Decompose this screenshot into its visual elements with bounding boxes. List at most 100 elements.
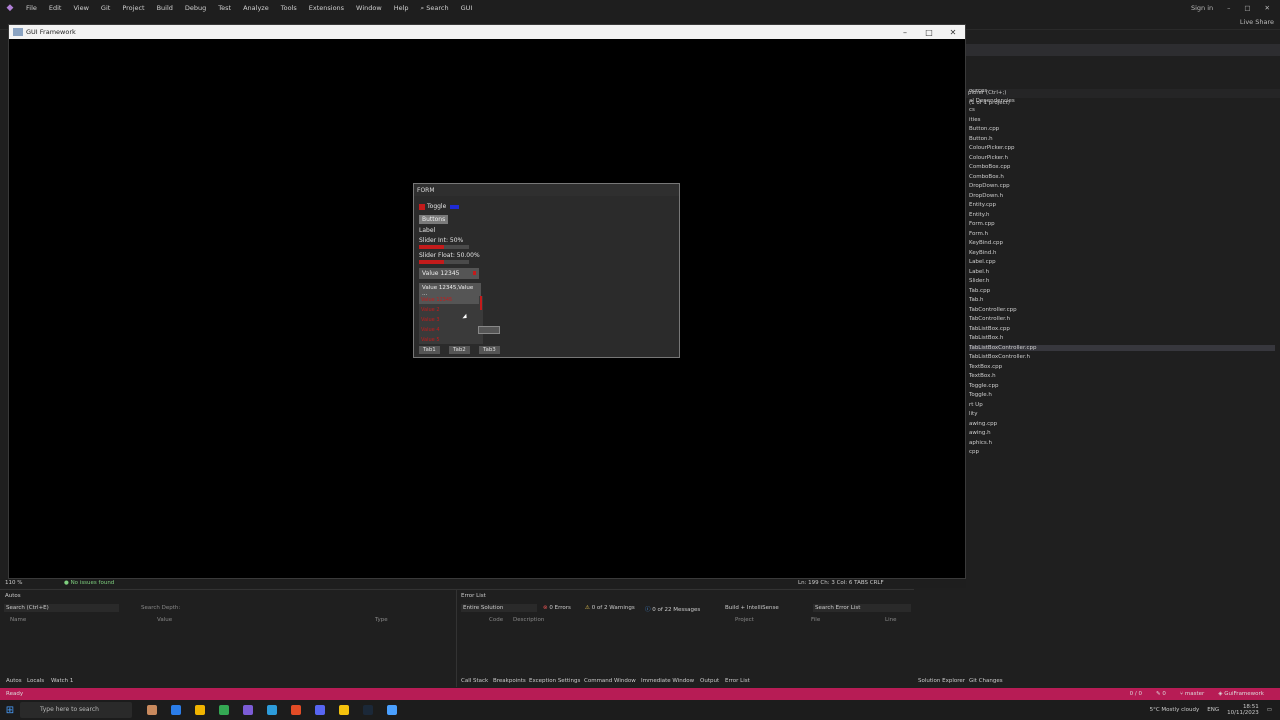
tree-item[interactable]: Button.h	[969, 136, 993, 142]
chrome-icon[interactable]	[219, 705, 229, 715]
tree-item[interactable]: ColourPicker.h	[969, 155, 1008, 161]
line-changes[interactable]: 0 / 0	[1130, 691, 1142, 697]
tree-item[interactable]: DropDown.h	[969, 193, 1003, 199]
errors-filter[interactable]: ⊗ 0 Errors	[543, 605, 571, 611]
gui-framework-taskbar-icon[interactable]	[387, 705, 397, 715]
column-line[interactable]: Line	[885, 617, 896, 623]
list-item[interactable]: Value 12345	[421, 297, 452, 303]
tree-item[interactable]: KeyBind.cpp	[969, 240, 1003, 246]
firefox-icon[interactable]	[291, 705, 301, 715]
tab-immediate-window[interactable]: Immediate Window	[641, 678, 694, 684]
tab-command-window[interactable]: Command Window	[584, 678, 636, 684]
slider-int[interactable]	[419, 245, 469, 249]
tree-item[interactable]: Toggle.cpp	[969, 383, 998, 389]
sign-in-link[interactable]: Sign in	[1191, 4, 1213, 12]
windows-start-icon[interactable]: ⊞	[0, 705, 20, 716]
tab-call-stack[interactable]: Call Stack	[461, 678, 488, 684]
clock[interactable]: 18:51 10/11/2023	[1227, 704, 1259, 716]
menu-analyze[interactable]: Analyze	[237, 4, 275, 12]
tab-breakpoints[interactable]: Breakpoints	[493, 678, 526, 684]
menu-edit[interactable]: Edit	[43, 4, 68, 12]
tree-item[interactable]: DropDown.cpp	[969, 183, 1010, 189]
menu-file[interactable]: File	[20, 4, 43, 12]
tab-1[interactable]: Tab1	[419, 346, 440, 354]
combo-box[interactable]: Value 12345	[419, 268, 479, 279]
close-icon[interactable]: ✕	[1265, 4, 1270, 12]
form-title[interactable]: FORM	[414, 184, 679, 196]
build-filter-select[interactable]: Build + IntelliSense	[725, 605, 779, 611]
messages-filter[interactable]: ⓘ 0 of 22 Messages	[645, 605, 700, 613]
tree-item[interactable]: TabListBoxController.h	[969, 354, 1030, 360]
tree-item[interactable]: ComboBox.h	[969, 174, 1004, 180]
tree-item[interactable]: ities	[969, 117, 980, 123]
buttons-button[interactable]: Buttons	[419, 215, 449, 224]
column-code[interactable]: Code	[489, 617, 503, 623]
tree-item[interactable]: ComboBox.cpp	[969, 164, 1010, 170]
zoom-level[interactable]: 110 %	[5, 580, 22, 586]
edge-icon[interactable]	[171, 705, 181, 715]
tree-item[interactable]: ources	[969, 88, 987, 94]
tab-exception-settings[interactable]: Exception Settings	[529, 678, 580, 684]
column-file[interactable]: File	[811, 617, 820, 623]
tree-item[interactable]: Entity.cpp	[969, 202, 996, 208]
tree-item[interactable]: ColourPicker.cpp	[969, 145, 1014, 151]
list-item[interactable]: Value 3	[421, 317, 440, 323]
taskbar-search-input[interactable]: Type here to search	[20, 702, 132, 718]
menu-build[interactable]: Build	[151, 4, 179, 12]
tree-item[interactable]: awing.cpp	[969, 421, 997, 427]
gui-close-icon[interactable]: ✕	[941, 28, 965, 37]
error-search-input[interactable]: Search Error List	[813, 604, 911, 612]
tree-item[interactable]: Label.cpp	[969, 259, 996, 265]
tree-item[interactable]: TabListBox.h	[969, 335, 1003, 341]
slider-float[interactable]	[419, 260, 469, 264]
form-panel[interactable]: FORM Toggle Buttons Label Slider Int: 50…	[413, 183, 680, 358]
list-box[interactable]: Value 12345 Value 2 Value 3 Value 4 Valu…	[419, 296, 483, 344]
tree-item[interactable]: TabListBox.cpp	[969, 326, 1010, 332]
tab-3[interactable]: Tab3	[479, 346, 500, 354]
cortana-image-icon[interactable]	[147, 705, 157, 715]
tab-error-list[interactable]: Error List	[725, 678, 750, 684]
column-project[interactable]: Project	[735, 617, 754, 623]
tree-item[interactable]: Form.cpp	[969, 221, 995, 227]
column-description[interactable]: Description	[513, 617, 544, 623]
menu-debug[interactable]: Debug	[179, 4, 212, 12]
language-indicator[interactable]: ENG	[1207, 707, 1219, 713]
tree-item[interactable]: Label.h	[969, 269, 989, 275]
scope-select[interactable]: Entire Solution	[461, 604, 537, 612]
menu-test[interactable]: Test	[212, 4, 237, 12]
live-share-button[interactable]: Live Share	[1240, 18, 1274, 26]
notifications-icon[interactable]: ▭	[1267, 707, 1272, 713]
tab-2[interactable]: Tab2	[449, 346, 470, 354]
tree-item[interactable]: rt Up	[969, 402, 983, 408]
list-item[interactable]: Value 2	[421, 307, 440, 313]
discord-icon[interactable]	[315, 705, 325, 715]
issues-indicator[interactable]: ● No issues found	[64, 580, 114, 586]
pencil-count[interactable]: ✎ 0	[1156, 691, 1166, 697]
gui-minimize-icon[interactable]: –	[893, 28, 917, 37]
list-scrollbar[interactable]	[480, 296, 482, 310]
gui-maximize-icon[interactable]: □	[917, 28, 941, 37]
menu-view[interactable]: View	[67, 4, 94, 12]
tree-item[interactable]: Form.h	[969, 231, 988, 237]
tree-item[interactable]: Button.cpp	[969, 126, 999, 132]
warnings-filter[interactable]: ⚠ 0 of 2 Warnings	[585, 605, 635, 611]
toggle-checkbox[interactable]	[419, 203, 425, 210]
tree-item[interactable]: TabController.h	[969, 316, 1010, 322]
tree-item[interactable]: cs	[969, 107, 975, 113]
maximize-icon[interactable]: □	[1244, 4, 1250, 12]
tree-item[interactable]: Tab.cpp	[969, 288, 990, 294]
tree-item[interactable]: TextBox.cpp	[969, 364, 1002, 370]
menu-tools[interactable]: Tools	[275, 4, 303, 12]
tree-item[interactable]: aphics.h	[969, 440, 992, 446]
tab-autos[interactable]: Autos	[6, 678, 22, 684]
tree-item[interactable]: TextBox.h	[969, 373, 996, 379]
tree-item[interactable]: TabController.cpp	[969, 307, 1017, 313]
menu-help[interactable]: Help	[388, 4, 415, 12]
tree-item[interactable]: awing.h	[969, 430, 991, 436]
search-button[interactable]: ⌕ Search	[415, 4, 455, 13]
tab-watch-1[interactable]: Watch 1	[51, 678, 73, 684]
vscode-icon[interactable]	[267, 705, 277, 715]
tab-locals[interactable]: Locals	[27, 678, 44, 684]
menu-window[interactable]: Window	[350, 4, 388, 12]
list-item[interactable]: Value 5	[421, 337, 440, 343]
